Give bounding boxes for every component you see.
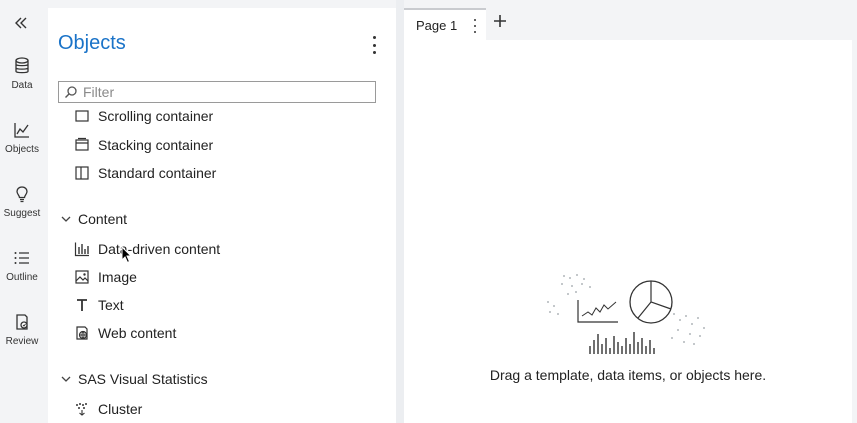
tab-options-icon[interactable]: [472, 19, 478, 33]
list-item-label: Image: [98, 269, 137, 285]
more-options-icon[interactable]: [366, 36, 382, 54]
search-icon: [65, 86, 77, 98]
line-chart-icon: [14, 123, 29, 138]
tab-label: Page 1: [416, 18, 458, 33]
panel-divider[interactable]: [396, 0, 404, 423]
objects-panel: Objects Scrolling container Stacking con…: [48, 8, 396, 423]
left-rail: Data Objects Suggest Outline Review: [0, 0, 44, 423]
list-item-label: Scrolling container: [98, 108, 214, 124]
cluster-icon: [76, 403, 87, 416]
list-item-data-driven-content[interactable]: Data-driven content: [74, 237, 220, 261]
list-item-label: Cluster: [98, 401, 143, 417]
group-label: SAS Visual Statistics: [78, 371, 208, 387]
rail-item-label: Data: [11, 80, 33, 91]
rail-item-review[interactable]: Review: [0, 308, 44, 364]
rail-item-label: Review: [5, 336, 39, 347]
list-item-label: Data-driven content: [98, 241, 221, 257]
group-sas-visual-statistics[interactable]: SAS Visual Statistics: [60, 367, 208, 391]
chevron-down-icon: [61, 216, 71, 222]
image-icon: [75, 270, 89, 284]
page-tab-bar: Page 1: [404, 0, 857, 40]
empty-canvas-message: Drag a template, data items, or objects …: [489, 367, 767, 383]
lightbulb-icon: [16, 186, 28, 203]
list-item-image[interactable]: Image: [74, 265, 137, 289]
mouse-pointer-icon: [121, 246, 133, 264]
panel-title: Objects: [58, 32, 126, 54]
list-icon: [14, 252, 29, 264]
database-icon: [15, 57, 29, 74]
web-content-icon: [76, 326, 88, 340]
rail-item-outline[interactable]: Outline: [0, 244, 44, 300]
list-item-scrolling-container[interactable]: Scrolling container: [74, 108, 213, 128]
rail-item-data[interactable]: Data: [0, 52, 44, 108]
list-item-web-content[interactable]: Web content: [74, 321, 176, 345]
list-item-cluster[interactable]: Cluster: [74, 397, 142, 421]
group-content[interactable]: Content: [60, 207, 127, 231]
rail-item-label: Suggest: [3, 208, 41, 219]
filter-input[interactable]: [78, 84, 363, 100]
filter-field[interactable]: [58, 81, 376, 103]
review-icon: [16, 314, 28, 330]
rail-item-objects[interactable]: Objects: [0, 116, 44, 172]
list-item-label: Text: [98, 297, 124, 313]
chevron-down-icon: [61, 376, 71, 382]
list-item-standard-container[interactable]: Standard container: [74, 161, 216, 185]
tab-page-1[interactable]: Page 1: [404, 8, 486, 40]
objects-list: Scrolling container Stacking container S…: [48, 108, 396, 423]
report-canvas[interactable]: Drag a template, data items, or objects …: [404, 40, 852, 423]
list-item-text[interactable]: Text: [74, 293, 124, 317]
rail-item-suggest[interactable]: Suggest: [0, 180, 44, 236]
stacking-container-icon: [75, 137, 89, 151]
standard-container-icon: [75, 166, 89, 180]
list-item-label: Standard container: [98, 165, 217, 181]
text-icon: [77, 299, 87, 311]
rail-item-label: Objects: [5, 144, 39, 155]
list-item-label: Web content: [98, 325, 177, 341]
add-page-icon[interactable]: [492, 13, 508, 29]
group-label: Content: [78, 211, 128, 227]
list-item-stacking-container[interactable]: Stacking container: [74, 133, 213, 157]
bar-chart-icon: [74, 242, 89, 257]
list-item-label: Stacking container: [98, 137, 214, 153]
collapse-icon[interactable]: [10, 12, 32, 34]
scrolling-container-icon: [75, 110, 89, 122]
rail-item-label: Outline: [6, 272, 38, 283]
empty-canvas-illustration: [547, 274, 705, 354]
